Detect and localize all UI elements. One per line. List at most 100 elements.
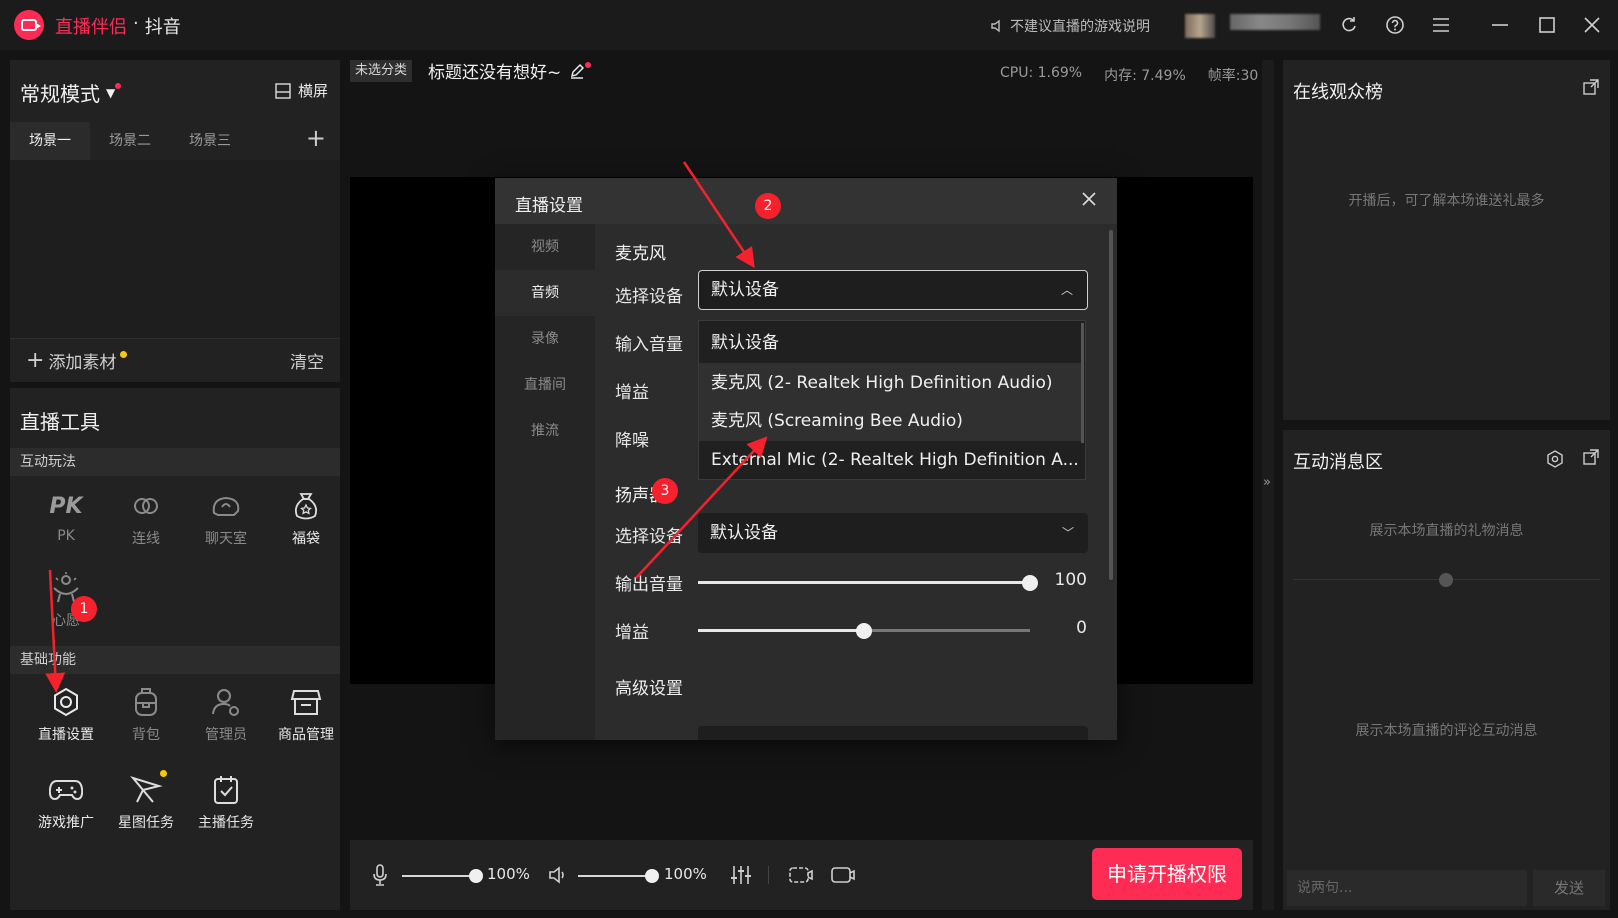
mic-option-default[interactable]: 默认设备 [699, 323, 1082, 363]
nav-video[interactable]: 视频 [495, 224, 595, 270]
mic-volume-knob[interactable] [469, 869, 483, 883]
speaker-select-label: 选择设备 [615, 527, 683, 547]
tool-anchor-task[interactable]: 主播任务 [186, 770, 266, 832]
splitter-handle[interactable] [1439, 573, 1453, 587]
scene-tab-2[interactable]: 场景二 [90, 122, 170, 160]
mic-selected-value: 默认设备 [711, 280, 779, 300]
tool-shop-label: 商品管理 [278, 727, 334, 743]
task-icon [214, 776, 238, 804]
messages-popout-icon[interactable] [1582, 448, 1600, 470]
nav-audio[interactable]: 音频 [495, 270, 595, 316]
message-settings-icon[interactable] [1546, 450, 1564, 472]
add-scene-button[interactable]: + [306, 124, 326, 152]
tool-game-promo-label: 游戏推广 [38, 815, 94, 831]
title-bar: 直播伴侣 · 抖音 不建议直播的游戏说明 [0, 0, 1618, 50]
mic-option-realtek[interactable]: 麦克风 (2- Realtek High Definition Audio) [699, 363, 1082, 403]
material-toolbar: + 添加素材 清空 [10, 338, 340, 382]
clear-button[interactable]: 清空 [290, 348, 324, 373]
user-avatar[interactable] [1185, 14, 1215, 38]
mic-volume-slider[interactable] [402, 875, 474, 877]
input-volume-label: 输入音量 [615, 335, 683, 355]
mic-device-select[interactable]: 默认设备 ︿ [698, 270, 1088, 310]
output-volume-slider[interactable] [698, 575, 1038, 591]
tool-wish[interactable]: 心愿 [26, 568, 106, 630]
chevron-right-icon[interactable]: » [1263, 475, 1271, 490]
mic-option-screaming-bee[interactable]: 麦克风 (Screaming Bee Audio) [699, 401, 1082, 441]
user-name-blurred [1230, 14, 1320, 30]
tool-shop[interactable]: 商品管理 [266, 682, 346, 744]
mode-selector[interactable]: 常规模式 ▼ [20, 78, 122, 107]
edit-icon[interactable] [569, 63, 585, 79]
microphone-icon[interactable] [372, 864, 388, 886]
tool-live-settings[interactable]: 直播设置 [26, 682, 106, 744]
nav-live-room[interactable]: 直播间 [495, 362, 595, 408]
add-material-label: 添加素材 [48, 353, 117, 373]
mic-option-external[interactable]: External Mic (2- Realtek High Definition… [699, 440, 1082, 480]
tool-backpack-label: 背包 [132, 727, 160, 743]
chat-input[interactable]: 说两句... [1287, 870, 1527, 906]
landscape-toggle[interactable]: 横屏 [274, 80, 328, 101]
scene-source-list [10, 160, 340, 338]
camera-icon[interactable] [830, 864, 856, 886]
output-volume-value: 100 [1054, 570, 1087, 590]
camera-switch-icon[interactable] [788, 864, 814, 886]
game-notice-link[interactable]: 不建议直播的游戏说明 [990, 16, 1150, 36]
close-window-icon[interactable] [1580, 13, 1604, 37]
app-platform: 抖音 [144, 17, 181, 38]
speaker-device-select[interactable]: 默认设备 ﹀ [698, 513, 1088, 553]
tool-live-settings-label: 直播设置 [38, 727, 94, 743]
tool-star-task[interactable]: 星图任务 [106, 770, 186, 832]
landscape-icon [275, 82, 291, 99]
tool-chatroom[interactable]: 聊天室 [186, 486, 266, 548]
refresh-icon[interactable] [1337, 13, 1361, 37]
dropdown-scrollbar[interactable] [1081, 323, 1084, 443]
close-icon[interactable] [1081, 191, 1097, 211]
speaker-volume-slider[interactable] [578, 875, 650, 877]
menu-icon[interactable] [1429, 13, 1453, 37]
scene-tab-3[interactable]: 场景三 [170, 122, 250, 160]
noise-reduction-label: 降噪 [615, 431, 649, 451]
tool-pk[interactable]: PK PK [26, 486, 106, 545]
category-tag[interactable]: 未选分类 [350, 60, 413, 82]
apply-live-permission-button[interactable]: 申请开播权限 [1092, 848, 1242, 900]
tool-lucky-bag-label: 福袋 [292, 531, 320, 547]
send-button[interactable]: 发送 [1533, 870, 1605, 906]
nav-streaming[interactable]: 推流 [495, 408, 595, 454]
help-icon[interactable] [1383, 13, 1407, 37]
popout-icon[interactable] [1582, 78, 1600, 100]
tool-game-promo[interactable]: 游戏推广 [26, 770, 106, 832]
stream-title: 标题还没有想好~ [428, 58, 592, 83]
dialog-scrollbar[interactable] [1109, 230, 1113, 580]
section-basic: 基础功能 [10, 646, 340, 674]
scene-tab-1[interactable]: 场景一 [10, 122, 90, 160]
nav-recording[interactable]: 录像 [495, 316, 595, 362]
gamepad-icon [49, 780, 83, 801]
maximize-icon[interactable] [1535, 13, 1559, 37]
speaker-volume-icon[interactable] [548, 866, 568, 884]
advanced-setting-field[interactable] [698, 726, 1088, 740]
mic-select-label: 选择设备 [615, 287, 683, 307]
tool-link[interactable]: 连线 [106, 486, 186, 548]
tool-lucky-bag[interactable]: 福袋 [266, 486, 346, 548]
mixer-icon[interactable] [730, 864, 752, 886]
add-material-button[interactable]: + 添加素材 [26, 348, 128, 373]
tool-backpack[interactable]: 背包 [106, 682, 186, 744]
gift-messages-hint: 展示本场直播的礼物消息 [1369, 523, 1524, 539]
speaker-gain-slider[interactable] [698, 623, 1030, 639]
cpu-usage: CPU: 1.69% [1000, 65, 1083, 81]
annotation-badge-2: 2 [755, 193, 781, 219]
speaker-gain-knob[interactable] [856, 623, 872, 639]
live-tools-panel: 直播工具 互动玩法 PK PK 连线 聊天室 福袋 心愿 基础功能 直播设置 背… [10, 388, 340, 910]
title-new-dot [585, 61, 592, 68]
settings-icon [54, 687, 78, 717]
tool-admin[interactable]: 管理员 [186, 682, 266, 744]
speaker-volume-knob[interactable] [645, 869, 659, 883]
chevron-down-icon: ﹀ [1061, 526, 1074, 540]
minimize-icon[interactable] [1488, 13, 1512, 37]
output-volume-knob[interactable] [1022, 575, 1038, 591]
audience-title: 在线观众榜 [1293, 82, 1383, 103]
comment-messages-hint: 展示本场直播的评论互动消息 [1355, 723, 1538, 739]
live-tools-title: 直播工具 [20, 410, 100, 434]
stream-title-text: 标题还没有想好~ [428, 63, 562, 83]
mic-volume-value: 100% [487, 865, 530, 883]
